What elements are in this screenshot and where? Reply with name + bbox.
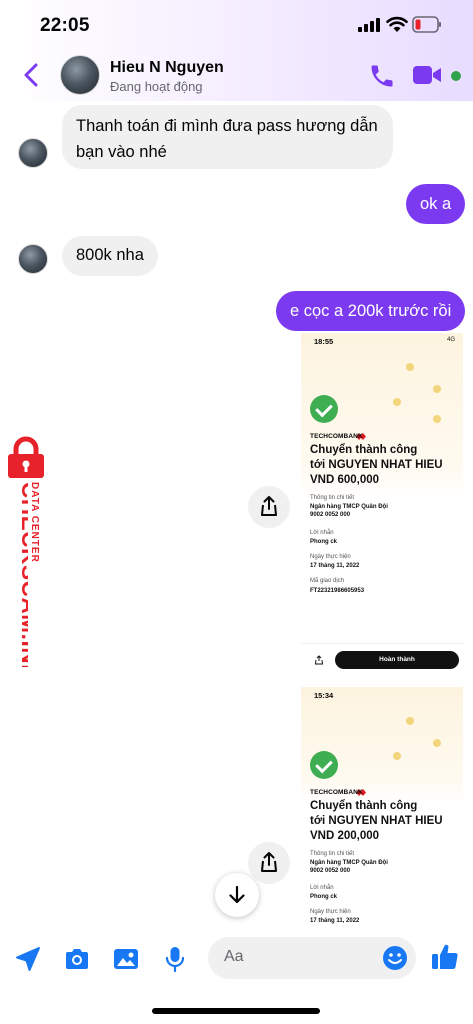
transfer-date: 17 tháng 11, 2022 [310,918,360,924]
share-icon [261,496,277,516]
sender-avatar[interactable] [18,138,48,168]
emoji-icon[interactable] [382,945,408,971]
home-indicator [152,1008,320,1014]
decor-coin [433,415,441,423]
watermark-logo: CHECKSCAM.INFO [17,482,28,667]
watermark-sub-text: DATA CENTER [30,482,40,563]
online-indicator [451,71,461,81]
receiver-bank-name: Ngân hàng TMCP Quân Đội [310,504,388,510]
watermark-subtitle: DATA CENTER [30,482,40,563]
transfer-receipt-image[interactable]: 15:34 TECHCOMBANK Chuyển thành công tới … [301,687,463,929]
phone-call-icon[interactable] [368,62,396,90]
receipt-title-line: Chuyển thành công [310,444,418,456]
back-arrow-icon[interactable] [18,60,46,90]
outgoing-message-bubble[interactable]: e cọc a 200k trước rồi [276,291,466,331]
decor-coin [433,739,441,747]
receiver-bank: Ngân hàng TMCP Quân Đội 9002 0052 000 [310,503,450,519]
transfer-date: 17 tháng 11, 2022 [310,563,360,569]
message-composer: Aa [0,930,473,990]
message-text-line: bạn vào nhé [76,143,167,162]
microphone-icon[interactable] [161,945,189,973]
status-bar: 22:05 [0,0,473,50]
status-time: 22:05 [40,15,90,36]
message-text: e cọc a 200k trước rồi [290,302,452,320]
receipt-status-time: 15:34 [314,691,334,700]
success-check-icon [310,395,338,423]
bank-name-logo: TECHCOMBANK [310,433,363,440]
receipt-title-line: tới NGUYEN NHAT HIEU [310,814,443,827]
receipt-divider [301,643,463,644]
receipt-amount: VND 200,000 [310,829,380,842]
receipt-title: Chuyển thành công tới NGUYEN NHAT HIEU V… [310,443,460,488]
receipt-done-button: Hoàn thành [335,651,459,669]
transaction-id-label: Mã giao dịch [310,578,345,584]
share-button[interactable] [248,486,290,528]
camera-icon[interactable] [63,945,91,973]
transaction-id: FT22321986605953 [310,588,365,594]
bank-name-logo: TECHCOMBANK [310,789,363,796]
date-label: Ngày thực hiện [310,909,351,915]
signal-icon [358,18,380,32]
wifi-icon [386,16,408,32]
transfer-receipt-image[interactable]: 18:55 4G TECHCOMBANK Chuyển thành công t… [301,333,463,681]
details-header: Thông tin chi tiết [310,495,355,501]
top-bar: 22:05 Hieu N Nguyen Đang hoạt động [0,0,473,101]
outgoing-message-bubble[interactable]: ok a [406,184,466,224]
message-text-line: Thanh toán đi mình đưa pass hương dẫn [76,117,378,135]
receipt-title: Chuyển thành công tới NGUYEN NHAT HIEU V… [310,799,460,844]
gallery-icon[interactable] [112,945,140,973]
receiver-bank: Ngân hàng TMCP Quân Đội 9002 0052 000 [310,859,450,875]
receipt-title-line: tới NGUYEN NHAT HIEU [310,458,443,471]
message-input[interactable]: Aa [208,937,416,979]
receipt-network: 4G [446,337,455,343]
battery-icon [412,16,441,33]
contact-name[interactable]: Hieu N Nguyen [110,59,224,77]
message-label: Lời nhắn [310,885,334,891]
sender-avatar[interactable] [18,244,48,274]
receipt-amount: VND 600,000 [310,473,380,486]
transfer-message: Phong ck [310,894,338,900]
share-button[interactable] [248,842,290,884]
video-call-icon[interactable] [412,63,442,87]
message-label: Lời nhắn [310,530,334,536]
watermark-lock-icon [8,436,44,478]
scroll-to-bottom-button[interactable] [215,873,259,917]
decor-coin [393,752,401,760]
receipt-title-line: Chuyển thành công [310,800,418,812]
receipt-status-time: 18:55 [314,337,334,346]
receiver-bank-name: Ngân hàng TMCP Quân Đội [310,860,388,866]
message-input-placeholder: Aa [224,948,244,965]
watermark-main-text: CHECKSCAM.INFO [17,482,28,667]
transfer-message: Phong ck [310,539,338,545]
decor-coin [406,717,414,725]
location-icon[interactable] [14,945,42,973]
presence-status: Đang hoạt động [110,79,203,94]
decor-coin [406,363,414,371]
incoming-message-bubble[interactable]: Thanh toán đi mình đưa pass hương dẫn bạ… [62,105,393,169]
message-text: 800k nha [76,246,144,264]
receipt-share-icon [314,655,324,665]
arrow-down-icon [229,885,245,904]
contact-avatar[interactable] [60,55,100,95]
decor-coin [393,398,401,406]
success-check-icon [310,751,338,779]
date-label: Ngày thực hiện [310,554,351,560]
details-header: Thông tin chi tiết [310,851,355,857]
decor-coin [433,385,441,393]
share-icon [261,852,277,872]
message-text: ok a [420,195,452,213]
receiver-account: 9002 0052 000 [310,868,351,875]
receiver-account: 9002 0052 000 [310,512,351,519]
incoming-message-bubble[interactable]: 800k nha [62,236,158,276]
chat-header: Hieu N Nguyen Đang hoạt động [0,50,473,101]
thumbs-up-icon[interactable] [430,942,460,972]
